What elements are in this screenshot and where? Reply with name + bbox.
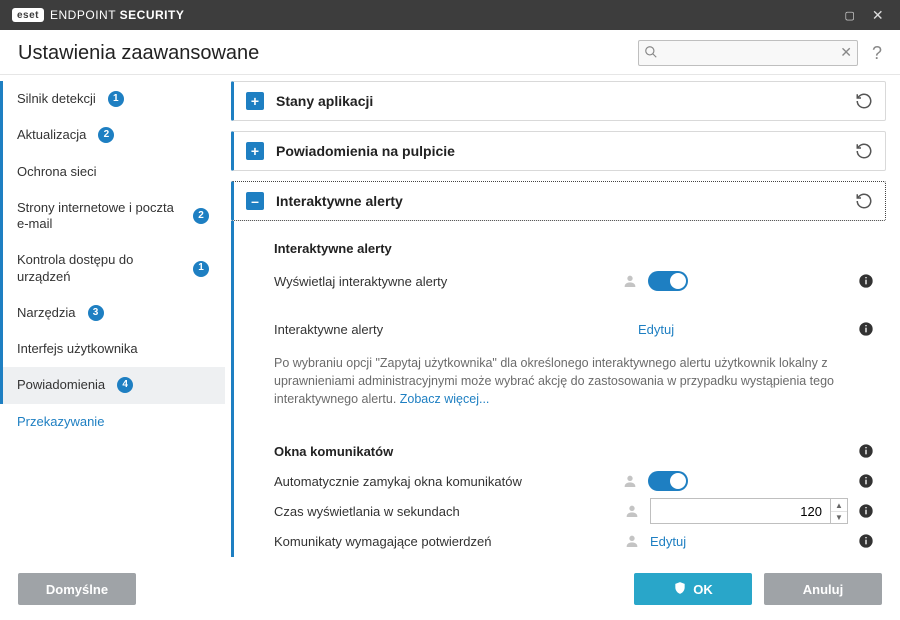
window-title-light: ENDPOINT bbox=[50, 8, 116, 22]
info-icon[interactable] bbox=[858, 273, 874, 289]
row-edit-alerts: Interaktywne alerty Edytuj bbox=[274, 314, 874, 344]
footer: Domyślne OK Anuluj bbox=[0, 563, 900, 615]
info-icon[interactable] bbox=[858, 533, 874, 549]
row-label: Czas wyświetlania w sekundach bbox=[274, 504, 614, 519]
timeout-spinner: ▲ ▼ bbox=[830, 498, 848, 524]
alerts-description-text: Po wybraniu opcji "Zapytaj użytkownika" … bbox=[274, 356, 834, 406]
row-label: Wyświetlaj interaktywne alerty bbox=[274, 274, 612, 289]
search-input-wrap: ✕ bbox=[638, 40, 858, 66]
user-icon bbox=[624, 533, 640, 549]
edit-link[interactable]: Edytuj bbox=[638, 322, 848, 337]
row-timeout: Czas wyświetlania w sekundach ▲ ▼ bbox=[274, 496, 874, 526]
timeout-input[interactable] bbox=[650, 498, 830, 524]
sidebar-badge: 1 bbox=[193, 261, 209, 277]
info-icon[interactable] bbox=[858, 321, 874, 337]
sidebar-item-forwarding[interactable]: Przekazywanie bbox=[0, 404, 225, 440]
panel-title: Powiadomienia na pulpicie bbox=[276, 143, 843, 159]
info-icon[interactable] bbox=[858, 473, 874, 489]
reset-icon[interactable] bbox=[855, 192, 873, 210]
sidebar-item-tools[interactable]: Narzędzia 3 bbox=[0, 295, 225, 331]
search-input[interactable] bbox=[638, 40, 858, 66]
window-title-bold: SECURITY bbox=[120, 8, 185, 22]
header: Ustawienia zaawansowane ✕ ? bbox=[0, 30, 900, 75]
row-label: Interaktywne alerty bbox=[274, 322, 628, 337]
sidebar-badge: 2 bbox=[98, 127, 114, 143]
panel-app-states[interactable]: + Stany aplikacji bbox=[231, 81, 886, 121]
sidebar-item-ui[interactable]: Interfejs użytkownika bbox=[0, 331, 225, 367]
sidebar-badge: 4 bbox=[117, 377, 133, 393]
sidebar-item-notifications[interactable]: Powiadomienia 4 bbox=[0, 367, 225, 403]
spinner-down-icon[interactable]: ▼ bbox=[831, 512, 847, 524]
row-auto-close: Automatycznie zamykaj okna komunikatów bbox=[274, 466, 874, 496]
sidebar-badge: 2 bbox=[193, 208, 209, 224]
see-more-link[interactable]: Zobacz więcej... bbox=[400, 392, 490, 406]
collapse-icon[interactable]: – bbox=[246, 192, 264, 210]
ok-button-label: OK bbox=[693, 582, 713, 597]
info-icon[interactable] bbox=[858, 503, 874, 519]
page-title: Ustawienia zaawansowane bbox=[18, 42, 259, 65]
sidebar-item-label: Ochrona sieci bbox=[17, 164, 96, 180]
sidebar: Silnik detekcji 1 Aktualizacja 2 Ochrona s… bbox=[0, 75, 225, 563]
sidebar-item-label: Aktualizacja bbox=[17, 127, 86, 143]
toggle-show-alerts[interactable] bbox=[648, 271, 688, 291]
panel-title: Interaktywne alerty bbox=[276, 193, 843, 209]
sidebar-item-label: Powiadomienia bbox=[17, 377, 105, 393]
sidebar-item-detection-engine[interactable]: Silnik detekcji 1 bbox=[0, 81, 225, 117]
sidebar-item-label: Silnik detekcji bbox=[17, 91, 96, 107]
content-area: + Stany aplikacji + Powiadomienia na pul… bbox=[225, 75, 900, 563]
sidebar-item-network-protection[interactable]: Ochrona sieci bbox=[0, 154, 225, 190]
row-msgboxes-heading: Okna komunikatów bbox=[274, 436, 874, 466]
cancel-button[interactable]: Anuluj bbox=[764, 573, 882, 605]
reset-icon[interactable] bbox=[855, 142, 873, 160]
user-icon bbox=[624, 503, 640, 519]
expand-icon[interactable]: + bbox=[246, 142, 264, 160]
section-heading-msgboxes: Okna komunikatów bbox=[274, 444, 848, 459]
ok-button[interactable]: OK bbox=[634, 573, 752, 605]
panel-desktop-notifications[interactable]: + Powiadomienia na pulpicie bbox=[231, 131, 886, 171]
window-maximize-icon[interactable]: ▢ bbox=[836, 9, 864, 22]
sidebar-item-device-control[interactable]: Kontrola dostępu do urządzeń 1 bbox=[0, 242, 225, 295]
shield-icon bbox=[673, 581, 687, 598]
info-icon[interactable] bbox=[858, 443, 874, 459]
sidebar-badge: 1 bbox=[108, 91, 124, 107]
sidebar-item-label: Interfejs użytkownika bbox=[17, 341, 138, 357]
row-show-alerts: Wyświetlaj interaktywne alerty bbox=[274, 266, 874, 296]
panel-interactive-alerts-body: Interaktywne alerty Wyświetlaj interakty… bbox=[231, 221, 886, 557]
sidebar-item-label: Przekazywanie bbox=[17, 414, 104, 430]
sidebar-item-label: Narzędzia bbox=[17, 305, 76, 321]
sidebar-badge: 3 bbox=[88, 305, 104, 321]
user-icon bbox=[622, 473, 638, 489]
spinner-up-icon[interactable]: ▲ bbox=[831, 499, 847, 512]
alerts-description: Po wybraniu opcji "Zapytaj użytkownika" … bbox=[274, 354, 834, 408]
row-confirm-msgs: Komunikaty wymagające potwierdzeń Edytuj bbox=[274, 526, 874, 556]
panel-title: Stany aplikacji bbox=[276, 93, 843, 109]
reset-icon[interactable] bbox=[855, 92, 873, 110]
default-button[interactable]: Domyślne bbox=[18, 573, 136, 605]
sidebar-item-label: Kontrola dostępu do urządzeń bbox=[17, 252, 181, 285]
timeout-input-wrap: ▲ ▼ bbox=[650, 498, 848, 524]
help-button[interactable]: ? bbox=[872, 43, 882, 64]
sidebar-item-update[interactable]: Aktualizacja 2 bbox=[0, 117, 225, 153]
sidebar-item-web-email[interactable]: Strony internetowe i poczta e-mail 2 bbox=[0, 190, 225, 243]
brand-badge: eset bbox=[12, 8, 44, 22]
window-title: ENDPOINT SECURITY bbox=[50, 8, 184, 22]
section-heading-alerts: Interaktywne alerty bbox=[274, 241, 874, 256]
titlebar: eset ENDPOINT SECURITY ▢ ✕ bbox=[0, 0, 900, 30]
sidebar-item-label: Strony internetowe i poczta e-mail bbox=[17, 200, 181, 233]
window-close-icon[interactable]: ✕ bbox=[864, 7, 892, 24]
toggle-auto-close[interactable] bbox=[648, 471, 688, 491]
user-icon bbox=[622, 273, 638, 289]
panel-interactive-alerts[interactable]: – Interaktywne alerty bbox=[231, 181, 886, 221]
content-scroll[interactable]: + Stany aplikacji + Powiadomienia na pul… bbox=[231, 81, 896, 557]
row-label: Automatycznie zamykaj okna komunikatów bbox=[274, 474, 612, 489]
expand-icon[interactable]: + bbox=[246, 92, 264, 110]
row-label: Komunikaty wymagające potwierdzeń bbox=[274, 534, 614, 549]
search-clear-icon[interactable]: ✕ bbox=[840, 44, 852, 61]
edit-link[interactable]: Edytuj bbox=[650, 534, 848, 549]
